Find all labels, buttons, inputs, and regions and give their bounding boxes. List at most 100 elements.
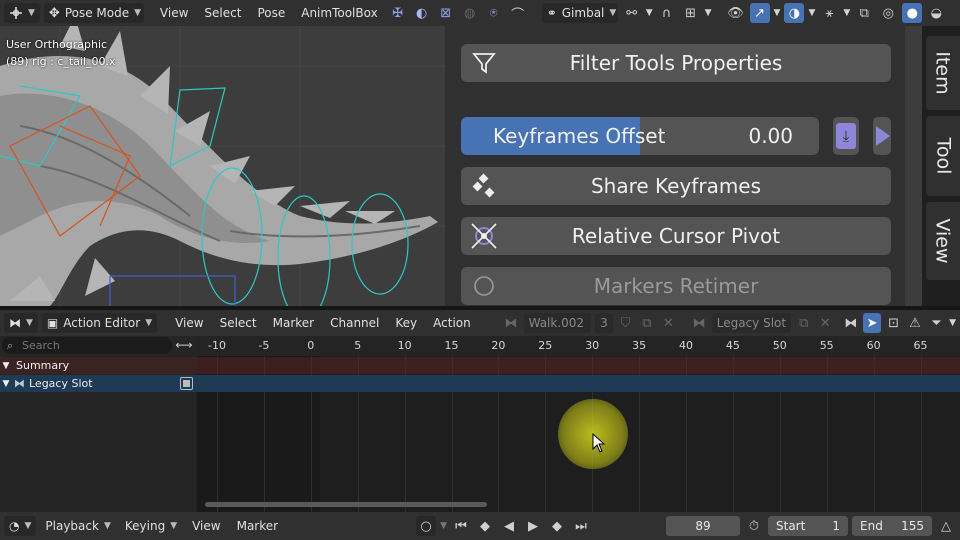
editor-type-selector[interactable]: ▼: [4, 3, 40, 23]
slot-icon: ⧓: [14, 377, 25, 390]
overlay-icon[interactable]: ◑: [784, 3, 805, 23]
expand-chevron-icon[interactable]: ▼: [0, 379, 12, 389]
solid-shading-icon[interactable]: ●: [902, 3, 923, 23]
snap-icon[interactable]: ∩: [657, 3, 677, 23]
play-reverse-icon[interactable]: ◀: [499, 516, 519, 536]
channel-search-input[interactable]: ⌕ Search: [2, 337, 172, 354]
play-icon[interactable]: ▶: [523, 516, 543, 536]
pivot-icon[interactable]: ⚯: [622, 3, 642, 23]
slot-unlink-icon[interactable]: ✕: [817, 313, 834, 333]
chevron-down-icon[interactable]: ▼: [808, 8, 815, 18]
share-keyframes-button[interactable]: Share Keyframes: [461, 167, 891, 205]
current-frame-field[interactable]: 89: [666, 516, 740, 536]
snap-increment-icon[interactable]: ⊞: [681, 3, 701, 23]
end-frame-field[interactable]: End 155: [852, 516, 932, 536]
tab-item-label: Item: [932, 51, 955, 95]
editor-type-selector[interactable]: ◔ ▼: [4, 516, 37, 536]
menu-channel[interactable]: Channel: [324, 313, 385, 333]
menu-select[interactable]: Select: [214, 313, 263, 333]
chevron-down-icon[interactable]: ▼: [705, 8, 712, 18]
ruler-tick-label: 45: [725, 339, 740, 352]
chevron-down-icon[interactable]: ▼: [440, 521, 447, 531]
only-selected-icon[interactable]: ⧓: [842, 313, 859, 333]
tab-view[interactable]: View: [926, 202, 960, 280]
tab-tool[interactable]: Tool: [926, 116, 960, 196]
unlink-icon[interactable]: ✕: [660, 313, 677, 333]
chevron-down-icon[interactable]: ▼: [646, 8, 653, 18]
playback-label: Playback: [45, 519, 99, 533]
expand-chevron-icon[interactable]: ▼: [0, 361, 12, 371]
frame-tool-icon[interactable]: ⊠: [436, 3, 456, 23]
menu-animtoolbox[interactable]: AnimToolBox: [295, 3, 383, 23]
editor-mode-dropdown[interactable]: ▣ Action Editor ▼: [41, 313, 158, 333]
stopwatch-icon[interactable]: ⏱: [744, 516, 764, 536]
chevron-down-icon[interactable]: ▼: [774, 8, 781, 18]
3d-viewport[interactable]: User Orthographic (89) rig : c_tail_00.x…: [0, 26, 960, 306]
frame-ruler[interactable]: -10 -5 0 5 10 15 20 25 30 35 40 45 50 55 60 65: [197, 336, 960, 356]
menu-action[interactable]: Action: [427, 313, 477, 333]
playback-menu[interactable]: Playback ▼: [40, 516, 115, 536]
keyframes-offset-slider[interactable]: Keyframes Offset 0.00: [461, 117, 819, 155]
dopesheet-timeline[interactable]: -10 -5 0 5 10 15 20 25 30 35 40 45 50 55 60 65: [197, 336, 960, 512]
mode-dropdown[interactable]: ✥ Pose Mode ▼: [43, 3, 144, 23]
swap-arrows-icon[interactable]: ⟷: [174, 336, 194, 354]
sphere-tool-icon[interactable]: ◐: [412, 3, 432, 23]
orientation-dropdown[interactable]: ⚭ Gimbal ▼: [541, 3, 618, 23]
collapse-up-icon[interactable]: △: [936, 516, 956, 536]
mode-label: Pose Mode: [64, 6, 130, 20]
relative-cursor-pivot-button[interactable]: Relative Cursor Pivot: [461, 217, 891, 255]
visibility-eye-icon[interactable]: 👁: [726, 3, 746, 23]
keying-menu[interactable]: Keying ▼: [120, 516, 182, 536]
start-frame-field[interactable]: Start 1: [768, 516, 848, 536]
fake-user-shield-icon[interactable]: ⛉: [617, 313, 634, 333]
slot-duplicate-icon[interactable]: ⧉: [795, 313, 812, 333]
view-name: User Orthographic: [6, 38, 108, 51]
show-hidden-icon[interactable]: ⊡: [885, 313, 902, 333]
slot-browse-icon[interactable]: ⧓: [690, 313, 707, 333]
offset-options-button[interactable]: [873, 117, 891, 155]
bone-tool-icon[interactable]: ✠: [388, 3, 408, 23]
channel-legacy-slot[interactable]: ▼ ⧓ Legacy Slot: [0, 375, 197, 392]
auto-keying-icon[interactable]: ○: [416, 516, 437, 536]
active-object-info: (89) rig : c_tail_00.x: [6, 55, 116, 68]
action-name-field[interactable]: Walk.002: [523, 313, 592, 333]
gizmo-icon[interactable]: ↗: [749, 3, 770, 23]
menu-view[interactable]: View: [169, 313, 209, 333]
apply-offset-button[interactable]: ⤓: [833, 117, 859, 155]
menu-key[interactable]: Key: [389, 313, 423, 333]
filter-icon[interactable]: ⏷: [928, 313, 945, 333]
next-keyframe-icon[interactable]: ◆: [547, 516, 567, 536]
dopesheet-icon: ⧓: [9, 316, 21, 330]
wireframe-shading-icon[interactable]: ◎: [878, 3, 898, 23]
tab-item[interactable]: Item: [926, 36, 960, 110]
menu-view[interactable]: View: [154, 3, 194, 23]
curve-tool-icon[interactable]: ⌒: [508, 3, 528, 23]
xray-icon[interactable]: ⧉: [854, 3, 874, 23]
markers-retimer-button[interactable]: Markers Retimer: [461, 267, 891, 305]
filter-tools-button[interactable]: Filter Tools Properties: [461, 44, 891, 82]
chevron-down-icon[interactable]: ▼: [949, 318, 956, 328]
jump-end-icon[interactable]: ⏭: [571, 516, 591, 536]
figure-tool-icon[interactable]: ⍟: [484, 3, 504, 23]
warning-icon[interactable]: ⚠: [906, 313, 923, 333]
menu-select[interactable]: Select: [198, 3, 247, 23]
disabled-tool-icon[interactable]: ◍: [460, 3, 480, 23]
menu-pose[interactable]: Pose: [251, 3, 291, 23]
channel-summary[interactable]: ▼ Summary: [0, 357, 197, 374]
duplicate-icon[interactable]: ⧉: [638, 313, 655, 333]
editor-type-selector[interactable]: ⧓ ▼: [4, 313, 38, 333]
select-cursor-icon[interactable]: ➤: [863, 313, 881, 333]
ruler-tick-label: 50: [772, 339, 787, 352]
prev-keyframe-icon[interactable]: ◆: [475, 516, 495, 536]
chevron-down-icon[interactable]: ▼: [843, 8, 850, 18]
horizontal-scrollbar[interactable]: [205, 502, 487, 507]
menu-marker[interactable]: Marker: [231, 516, 284, 536]
slot-name-field[interactable]: Legacy Slot: [711, 313, 792, 333]
menu-marker[interactable]: Marker: [267, 313, 320, 333]
jump-start-icon[interactable]: ⏮: [451, 516, 471, 536]
menu-view[interactable]: View: [186, 516, 226, 536]
action-browse-icon[interactable]: ⧓: [502, 313, 519, 333]
material-shading-icon[interactable]: ◒: [926, 3, 946, 23]
bone-overlay-icon[interactable]: ⚹: [819, 3, 839, 23]
slot-toggle-icon[interactable]: [180, 377, 193, 390]
